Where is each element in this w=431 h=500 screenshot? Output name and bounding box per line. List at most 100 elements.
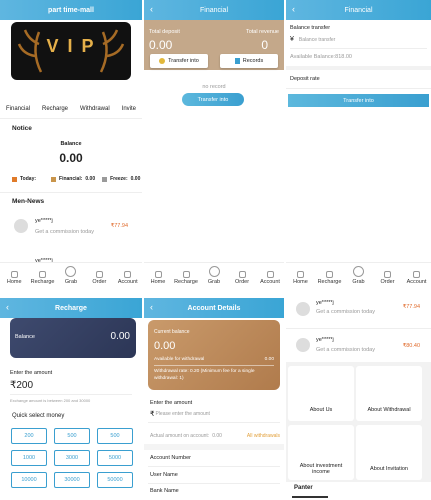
divider bbox=[290, 48, 427, 49]
tab-recharge[interactable]: Recharge bbox=[30, 271, 56, 285]
tab-recharge[interactable]: Recharge bbox=[173, 271, 199, 285]
transfer-input[interactable]: Balance transfer bbox=[299, 37, 399, 43]
today-swatch bbox=[12, 176, 17, 182]
grab-icon bbox=[65, 266, 77, 277]
about-invitation-card[interactable]: About Invitation bbox=[356, 425, 422, 480]
account-details-panel: ‹ Account Details Current balance 0.00 A… bbox=[144, 298, 284, 500]
financial-label: Financial: bbox=[59, 176, 83, 182]
divider bbox=[148, 466, 280, 467]
news-user: ye*****j bbox=[35, 218, 53, 224]
vip-banner[interactable]: V I P bbox=[11, 22, 131, 80]
tab-bar: Home Recharge Grab Order Account bbox=[144, 262, 284, 288]
tab-home[interactable]: Home bbox=[1, 271, 27, 285]
back-icon[interactable]: ‹ bbox=[6, 302, 9, 312]
user-name-label[interactable]: User Name bbox=[150, 472, 178, 478]
tab-home[interactable]: Home bbox=[288, 271, 314, 285]
account-icon bbox=[413, 271, 420, 278]
about-investment-card[interactable]: About investment income bbox=[288, 425, 354, 480]
transfer-input-row: ¥ Balance transfer bbox=[290, 36, 399, 43]
currency-symbol: ₹ bbox=[150, 411, 155, 418]
bank-name-label[interactable]: Bank Name bbox=[150, 488, 179, 494]
recharge-panel: ‹ Recharge Balance 0.00 Enter the amount… bbox=[0, 298, 142, 500]
transfer-into-label: Transfer into bbox=[168, 58, 199, 64]
tab-order[interactable]: Order bbox=[375, 271, 401, 285]
separator bbox=[286, 66, 431, 70]
records-button[interactable]: Records bbox=[220, 54, 278, 68]
balance-transfer-label: Balance transfer bbox=[290, 25, 331, 31]
tab-bar: Home Recharge Grab Order Account bbox=[286, 262, 431, 288]
tab-account[interactable]: Account bbox=[115, 271, 141, 285]
tab-label: Recharge bbox=[174, 279, 198, 285]
about-withdrawal-card[interactable]: About Withdrawal bbox=[356, 366, 422, 421]
home-icon bbox=[10, 271, 18, 278]
total-revenue-value: 0 bbox=[261, 38, 268, 52]
tab-label: Grab bbox=[352, 279, 365, 285]
balance-transfer-panel: ‹ Financial Balance transfer ¥ Balance t… bbox=[286, 0, 431, 288]
notice-title: Notice bbox=[12, 125, 32, 132]
total-deposit-label: Total deposit bbox=[149, 29, 180, 35]
home-icon bbox=[297, 271, 304, 278]
app-title: part time-mall bbox=[48, 6, 94, 14]
news-text: Get a commission today bbox=[316, 309, 375, 315]
transfer-into-button[interactable]: Transfer into bbox=[150, 54, 208, 68]
actual-amount-value: 0.00 bbox=[212, 433, 222, 439]
recharge-icon bbox=[39, 271, 47, 278]
transfer-into-submit[interactable]: Transfer into bbox=[182, 93, 244, 106]
home-header: part time-mall bbox=[0, 0, 142, 20]
all-withdrawals-link[interactable]: All withdrawals bbox=[247, 433, 280, 439]
action-row: Transfer into Records bbox=[144, 54, 284, 68]
withdrawal-rate: Withdrawal rate: 0.20 (Minimum fee for a… bbox=[154, 369, 255, 381]
amount-input[interactable]: Please enter the amount bbox=[155, 411, 209, 417]
grab-icon bbox=[353, 266, 364, 277]
quick-option[interactable]: 3000 bbox=[54, 450, 90, 466]
menu-financial[interactable]: Financial bbox=[6, 106, 30, 112]
tab-order[interactable]: Order bbox=[229, 271, 255, 285]
quick-option[interactable]: 500 bbox=[97, 428, 133, 444]
tab-label: Grab bbox=[64, 279, 78, 285]
tab-grab[interactable]: Grab bbox=[58, 266, 84, 285]
tab-label: Order bbox=[234, 279, 250, 285]
quick-option[interactable]: 50000 bbox=[97, 472, 133, 488]
quick-option[interactable]: 10000 bbox=[11, 472, 47, 488]
menu-invite[interactable]: Invite bbox=[122, 106, 136, 112]
menu-withdrawal[interactable]: Withdrawal bbox=[80, 106, 110, 112]
tab-home[interactable]: Home bbox=[145, 271, 171, 285]
order-icon bbox=[384, 271, 391, 278]
quick-option[interactable]: 1000 bbox=[11, 450, 47, 466]
back-icon[interactable]: ‹ bbox=[150, 4, 153, 14]
account-icon bbox=[266, 271, 274, 278]
amount-input-row: ₹ Please enter the amount bbox=[150, 410, 210, 418]
actual-amount-row: Actual amount on account: 0.00 All withd… bbox=[150, 433, 280, 439]
balance-value: 0.00 bbox=[110, 331, 130, 342]
tab-recharge[interactable]: Recharge bbox=[317, 271, 343, 285]
back-icon[interactable]: ‹ bbox=[292, 4, 295, 14]
quick-option[interactable]: 30000 bbox=[54, 472, 90, 488]
quick-option[interactable]: 200 bbox=[11, 428, 47, 444]
divider bbox=[154, 365, 274, 366]
tab-label: Home bbox=[150, 279, 166, 285]
transfer-into-submit[interactable]: Transfer into bbox=[288, 94, 429, 107]
separator bbox=[144, 444, 284, 450]
home-icon bbox=[154, 271, 162, 278]
tab-order[interactable]: Order bbox=[86, 271, 112, 285]
about-us-card[interactable]: About Us bbox=[288, 366, 354, 421]
tab-account[interactable]: Account bbox=[257, 271, 283, 285]
card-label: About investment income bbox=[299, 463, 343, 475]
tab-label: Account bbox=[117, 279, 138, 285]
freeze-value: 0.00 bbox=[130, 176, 141, 182]
quick-option[interactable]: 5000 bbox=[97, 450, 133, 466]
tab-grab[interactable]: Grab bbox=[201, 266, 227, 285]
partner-underline bbox=[292, 496, 328, 498]
account-number-label[interactable]: Account Number bbox=[150, 455, 191, 461]
total-revenue-label: Total revenue bbox=[245, 29, 279, 35]
recharge-icon bbox=[182, 271, 190, 278]
menu-recharge[interactable]: Recharge bbox=[42, 106, 68, 112]
partner-title: Panter bbox=[294, 485, 313, 491]
tab-grab[interactable]: Grab bbox=[346, 266, 372, 285]
financial-panel: ‹ Financial Total deposit 0.00 Total rev… bbox=[144, 0, 284, 288]
tab-account[interactable]: Account bbox=[404, 271, 430, 285]
quick-option[interactable]: 500 bbox=[54, 428, 90, 444]
card-label: About Withdrawal bbox=[367, 407, 411, 413]
back-icon[interactable]: ‹ bbox=[150, 302, 153, 312]
amount-input[interactable]: ₹200 bbox=[10, 380, 33, 391]
